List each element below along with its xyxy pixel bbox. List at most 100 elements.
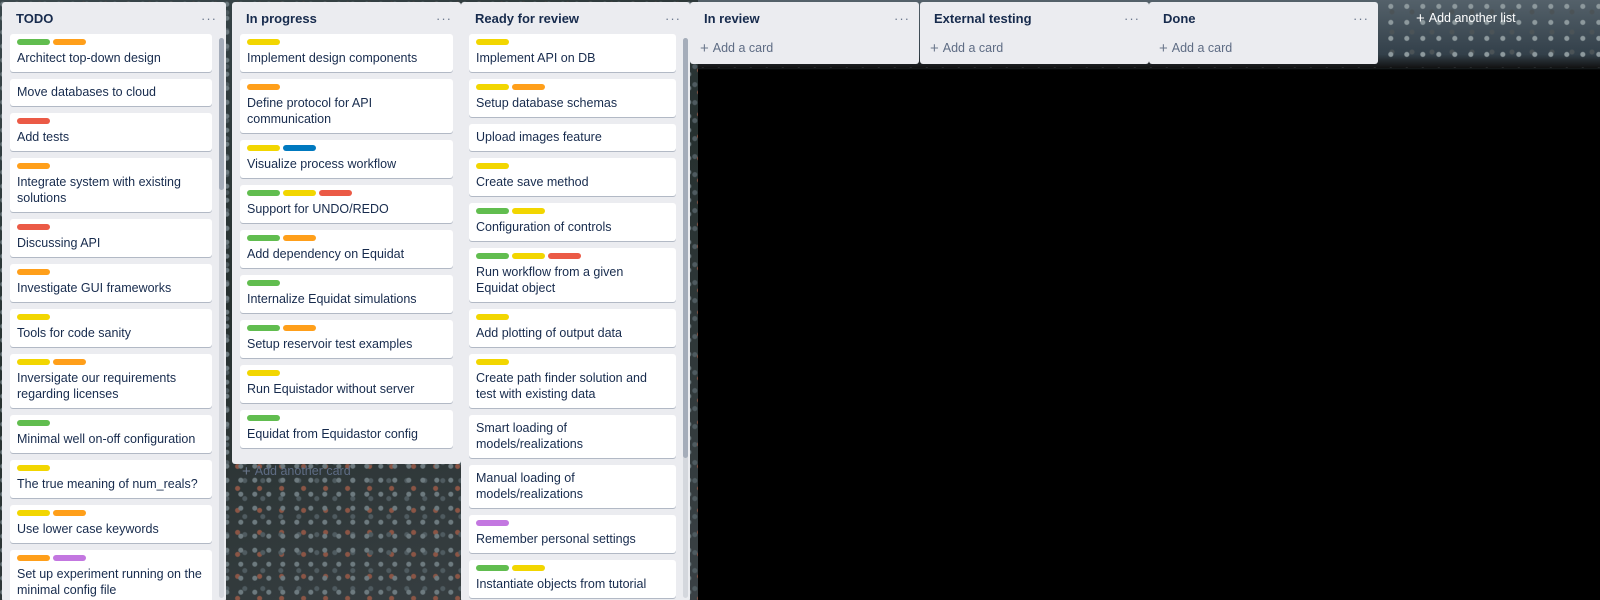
label-red[interactable] bbox=[548, 253, 581, 259]
add-card-button[interactable]: + Add a card bbox=[690, 34, 919, 62]
card[interactable]: Visualize process workflow bbox=[240, 140, 453, 178]
list-menu-icon[interactable]: ··· bbox=[435, 11, 453, 25]
label-orange[interactable] bbox=[247, 84, 280, 90]
label-purple[interactable] bbox=[53, 555, 86, 561]
label-orange[interactable] bbox=[512, 84, 545, 90]
label-yellow[interactable] bbox=[17, 510, 50, 516]
card[interactable]: Remember personal settings bbox=[469, 515, 676, 553]
card[interactable]: Upload images feature bbox=[469, 124, 676, 151]
label-orange[interactable] bbox=[283, 235, 316, 241]
label-green[interactable] bbox=[247, 190, 280, 196]
list-menu-icon[interactable]: ··· bbox=[664, 11, 682, 25]
list-title[interactable]: TODO bbox=[16, 11, 53, 26]
card[interactable]: Configuration of controls bbox=[469, 203, 676, 241]
label-green[interactable] bbox=[247, 325, 280, 331]
card[interactable]: Create path finder solution and test wit… bbox=[469, 354, 676, 408]
label-green[interactable] bbox=[247, 235, 280, 241]
label-yellow[interactable] bbox=[512, 208, 545, 214]
label-yellow[interactable] bbox=[247, 370, 280, 376]
card[interactable]: Add tests bbox=[10, 113, 212, 151]
label-green[interactable] bbox=[17, 39, 50, 45]
label-blue[interactable] bbox=[283, 145, 316, 151]
label-red[interactable] bbox=[17, 118, 50, 124]
card[interactable]: The true meaning of num_reals? bbox=[10, 460, 212, 498]
list-header[interactable]: External testing ··· bbox=[920, 2, 1149, 34]
card[interactable]: Tools for code sanity bbox=[10, 309, 212, 347]
label-orange[interactable] bbox=[53, 39, 86, 45]
label-orange[interactable] bbox=[53, 359, 86, 365]
list-title[interactable]: In review bbox=[704, 11, 760, 26]
card[interactable]: Implement design components bbox=[240, 34, 453, 72]
card[interactable]: Create save method bbox=[469, 158, 676, 196]
card[interactable]: Smart loading of models/realizations bbox=[469, 415, 676, 458]
list-menu-icon[interactable]: ··· bbox=[200, 11, 218, 25]
list-menu-icon[interactable]: ··· bbox=[1352, 11, 1370, 25]
list-header[interactable]: TODO ··· bbox=[2, 2, 226, 34]
label-green[interactable] bbox=[247, 280, 280, 286]
label-yellow[interactable] bbox=[476, 314, 509, 320]
card[interactable]: Run Equistador without server bbox=[240, 365, 453, 403]
list-header[interactable]: Done ··· bbox=[1149, 2, 1378, 34]
list-scrollbar[interactable] bbox=[683, 38, 688, 598]
card[interactable]: Architect top-down design bbox=[10, 34, 212, 72]
card[interactable]: Internalize Equidat simulations bbox=[240, 275, 453, 313]
label-purple[interactable] bbox=[476, 520, 509, 526]
label-orange[interactable] bbox=[17, 269, 50, 275]
card[interactable]: Integrate system with existing solutions bbox=[10, 158, 212, 212]
label-yellow[interactable] bbox=[512, 253, 545, 259]
card[interactable]: Move databases to cloud bbox=[10, 79, 212, 106]
add-list-button[interactable]: + Add another list bbox=[1416, 8, 1516, 28]
scrollbar-thumb[interactable] bbox=[219, 38, 224, 190]
label-orange[interactable] bbox=[17, 163, 50, 169]
label-yellow[interactable] bbox=[247, 145, 280, 151]
card[interactable]: Set up experiment running on the minimal… bbox=[10, 550, 212, 600]
label-yellow[interactable] bbox=[512, 565, 545, 571]
label-orange[interactable] bbox=[17, 555, 50, 561]
card[interactable]: Setup reservoir test examples bbox=[240, 320, 453, 358]
list-header[interactable]: In progress ··· bbox=[232, 2, 461, 34]
label-yellow[interactable] bbox=[17, 359, 50, 365]
card[interactable]: Run workflow from a given Equidat object bbox=[469, 248, 676, 302]
add-card-button[interactable]: + Add a card bbox=[1149, 34, 1378, 62]
label-green[interactable] bbox=[476, 565, 509, 571]
list-header[interactable]: In review ··· bbox=[690, 2, 919, 34]
card[interactable]: Implement API on DB bbox=[469, 34, 676, 72]
list-header[interactable]: Ready for review ··· bbox=[461, 2, 690, 34]
label-yellow[interactable] bbox=[17, 314, 50, 320]
add-card-button[interactable]: + Add another card bbox=[232, 455, 461, 487]
list-title[interactable]: In progress bbox=[246, 11, 317, 26]
label-red[interactable] bbox=[17, 224, 50, 230]
scrollbar-thumb[interactable] bbox=[683, 38, 688, 458]
card[interactable]: Define protocol for API communication bbox=[240, 79, 453, 133]
list-title[interactable]: External testing bbox=[934, 11, 1032, 26]
list-menu-icon[interactable]: ··· bbox=[893, 11, 911, 25]
card[interactable]: Add plotting of output data bbox=[469, 309, 676, 347]
label-yellow[interactable] bbox=[476, 84, 509, 90]
label-green[interactable] bbox=[17, 420, 50, 426]
card[interactable]: Instantiate objects from tutorial bbox=[469, 560, 676, 598]
card[interactable]: Setup database schemas bbox=[469, 79, 676, 117]
card[interactable]: Support for UNDO/REDO bbox=[240, 185, 453, 223]
list-menu-icon[interactable]: ··· bbox=[1123, 11, 1141, 25]
list-scrollbar[interactable] bbox=[219, 38, 224, 598]
label-yellow[interactable] bbox=[247, 39, 280, 45]
list-title[interactable]: Ready for review bbox=[475, 11, 579, 26]
label-green[interactable] bbox=[476, 253, 509, 259]
label-red[interactable] bbox=[319, 190, 352, 196]
card[interactable]: Add dependency on Equidat bbox=[240, 230, 453, 268]
label-yellow[interactable] bbox=[476, 39, 509, 45]
card[interactable]: Use lower case keywords bbox=[10, 505, 212, 543]
card[interactable]: Discussing API bbox=[10, 219, 212, 257]
label-orange[interactable] bbox=[53, 510, 86, 516]
label-yellow[interactable] bbox=[476, 163, 509, 169]
label-yellow[interactable] bbox=[283, 190, 316, 196]
list-title[interactable]: Done bbox=[1163, 11, 1196, 26]
add-card-button[interactable]: + Add a card bbox=[920, 34, 1149, 62]
card[interactable]: Equidat from Equidastor config bbox=[240, 410, 453, 448]
card[interactable]: Inversigate our requirements regarding l… bbox=[10, 354, 212, 408]
card[interactable]: Manual loading of models/realizations bbox=[469, 465, 676, 508]
label-yellow[interactable] bbox=[476, 359, 509, 365]
label-green[interactable] bbox=[476, 208, 509, 214]
label-orange[interactable] bbox=[283, 325, 316, 331]
label-yellow[interactable] bbox=[17, 465, 50, 471]
